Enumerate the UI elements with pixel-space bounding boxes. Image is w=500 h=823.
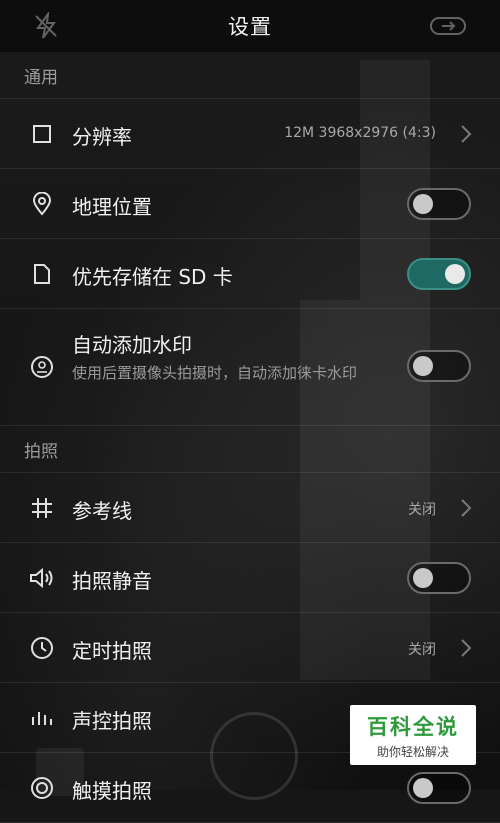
chevron-right-icon: [461, 125, 472, 143]
setting-value: 关闭: [408, 502, 436, 518]
badge-title: 百科全说: [367, 714, 459, 739]
setting-label: 拍照静音: [72, 569, 152, 593]
document-icon: [28, 260, 56, 288]
audio-bars-icon: [28, 704, 56, 732]
setting-label: 参考线: [72, 499, 132, 523]
setting-label: 定时拍照: [72, 639, 152, 663]
mute-toggle[interactable]: [407, 562, 471, 594]
sd-storage-toggle[interactable]: [407, 258, 471, 290]
setting-mute: 拍照静音: [0, 543, 500, 613]
badge-subtitle: 助你轻松解决: [376, 744, 449, 759]
section-label: 拍照: [24, 441, 58, 462]
location-toggle[interactable]: [407, 188, 471, 220]
setting-location: 地理位置: [0, 169, 500, 239]
setting-value: 关闭: [408, 642, 436, 658]
watermark-toggle[interactable]: [407, 350, 471, 382]
chevron-right-icon: [461, 639, 472, 657]
site-watermark-badge: 百科全说 助你轻松解决: [350, 705, 476, 765]
touch-toggle[interactable]: [407, 772, 471, 804]
setting-label: 分辨率: [72, 125, 132, 149]
stamp-icon: [28, 353, 56, 381]
square-icon: [28, 120, 56, 148]
section-label: 通用: [24, 67, 58, 88]
setting-label: 自动添加水印: [72, 333, 192, 357]
toggle-knob: [413, 356, 433, 376]
header-bar: 设置: [0, 0, 500, 52]
page-title: 设置: [228, 15, 272, 39]
grid-icon: [28, 494, 56, 522]
toggle-knob: [413, 194, 433, 214]
setting-watermark: 自动添加水印 使用后置摄像头拍摄时，自动添加徕卡水印: [0, 309, 500, 426]
setting-description: 使用后置摄像头拍摄时，自动添加徕卡水印: [72, 364, 358, 382]
setting-gridlines[interactable]: 参考线 关闭: [0, 473, 500, 543]
setting-label: 地理位置: [72, 195, 152, 219]
setting-value: 12M 3968x2976 (4:3): [284, 125, 436, 141]
section-header-photo: 拍照: [0, 426, 500, 473]
flash-off-icon[interactable]: [32, 12, 60, 40]
setting-timer[interactable]: 定时拍照 关闭: [0, 613, 500, 683]
section-header-general: 通用: [0, 52, 500, 99]
setting-sd-storage: 优先存储在 SD 卡: [0, 239, 500, 309]
toggle-knob: [445, 264, 465, 284]
toggle-knob: [413, 778, 433, 798]
location-pin-icon: [28, 190, 56, 218]
clock-icon: [28, 634, 56, 662]
switch-camera-icon[interactable]: [428, 12, 468, 40]
setting-label: 声控拍照: [72, 709, 152, 733]
setting-label: 优先存储在 SD 卡: [72, 265, 233, 289]
chevron-right-icon: [461, 499, 472, 517]
toggle-knob: [413, 568, 433, 588]
speaker-icon: [28, 564, 56, 592]
touch-circle-icon: [28, 774, 56, 802]
setting-resolution[interactable]: 分辨率 12M 3968x2976 (4:3): [0, 99, 500, 169]
